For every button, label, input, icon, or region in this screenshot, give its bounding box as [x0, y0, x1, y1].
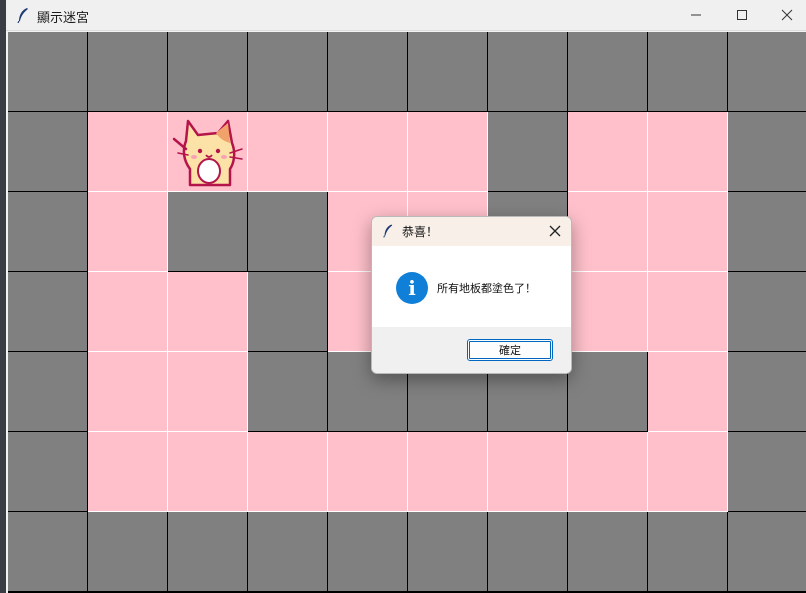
maze-cell-wall — [8, 32, 88, 112]
maze-cell-wall — [8, 272, 88, 352]
maze-cell-floor — [488, 432, 568, 512]
maze-cell-wall — [728, 512, 806, 592]
maze-cell-floor — [328, 112, 408, 192]
maze-cell-floor — [568, 112, 648, 192]
maze-cell-wall — [728, 192, 806, 272]
maze-cell-floor — [88, 432, 168, 512]
maze-cell-floor — [168, 352, 248, 432]
maze-cell-wall — [88, 512, 168, 592]
maze-cell-wall — [168, 32, 248, 112]
maximize-icon — [737, 10, 747, 20]
maze-cell-wall — [8, 352, 88, 432]
maze-cell-wall — [568, 512, 648, 592]
maze-cell-wall — [248, 272, 328, 352]
maze-cell-wall — [8, 112, 88, 192]
dialog-titlebar[interactable]: 恭喜！ — [372, 217, 571, 246]
maze-cell-wall — [408, 32, 488, 112]
ok-button[interactable]: 確定 — [467, 339, 553, 361]
maze-cell-wall — [8, 192, 88, 272]
maze-cell-floor — [248, 432, 328, 512]
maze-cell-floor — [168, 272, 248, 352]
maze-cell-floor — [648, 352, 728, 432]
maze-cell-floor — [248, 112, 328, 192]
maze-cell-wall — [328, 512, 408, 592]
maze-cell-floor — [568, 272, 648, 352]
maze-cell-floor — [168, 432, 248, 512]
maze-cell-wall — [648, 32, 728, 112]
info-icon: i — [396, 272, 428, 304]
dialog-close-button[interactable] — [545, 221, 565, 241]
maze-cell-wall — [488, 32, 568, 112]
maze-cell-floor — [648, 192, 728, 272]
dialog-title: 恭喜！ — [402, 225, 439, 239]
dialog-body: i 所有地板都塗色了！ — [372, 246, 571, 328]
dialog-footer: 確定 — [372, 327, 571, 373]
maze-cell-wall — [728, 272, 806, 352]
maze-cell-wall — [408, 512, 488, 592]
maze-cell-floor — [648, 112, 728, 192]
window-titlebar[interactable]: 顯示迷宮 — [6, 0, 806, 31]
maze-cell-floor — [88, 192, 168, 272]
maze-cell-floor — [88, 112, 168, 192]
maze-cell-wall — [248, 352, 328, 432]
maze-cell-wall — [8, 512, 88, 592]
maze-cell-floor — [408, 112, 488, 192]
maze-cell-wall — [88, 32, 168, 112]
close-icon — [781, 9, 793, 21]
maze-cell-floor — [648, 432, 728, 512]
maze-cell-floor — [648, 272, 728, 352]
cat-icon — [172, 119, 243, 187]
close-icon — [549, 225, 561, 237]
maze-cell-wall — [248, 192, 328, 272]
window-title: 顯示迷宮 — [37, 11, 90, 26]
maze-cell-wall — [248, 32, 328, 112]
maze-cell-wall — [728, 432, 806, 512]
feather-icon — [383, 224, 393, 238]
minimize-button[interactable] — [673, 0, 719, 30]
close-button[interactable] — [764, 0, 806, 30]
maze-cell-wall — [648, 512, 728, 592]
maze-cell-wall — [568, 32, 648, 112]
maze-cell-wall — [8, 432, 88, 512]
maze-cell-floor — [88, 352, 168, 432]
minimize-icon — [691, 14, 701, 16]
maze-cell-wall — [488, 512, 568, 592]
maze-cell-floor — [88, 272, 168, 352]
maze-cell-floor — [328, 432, 408, 512]
dialog-message: 所有地板都塗色了！ — [437, 282, 536, 295]
maze-cell-wall — [488, 112, 568, 192]
feather-icon — [17, 8, 28, 23]
maze-cell-wall — [728, 352, 806, 432]
background-window-edge — [0, 0, 6, 593]
maze-cell-wall — [168, 192, 248, 272]
maze-cell-wall — [728, 112, 806, 192]
maze-cell-wall — [328, 32, 408, 112]
maximize-button[interactable] — [719, 0, 765, 30]
maze-cell-wall — [248, 512, 328, 592]
maze-cell-wall — [568, 352, 648, 432]
maze-cell-floor — [568, 192, 648, 272]
maze-cell-floor — [568, 432, 648, 512]
maze-cell-floor — [408, 432, 488, 512]
maze-cell-wall — [728, 32, 806, 112]
info-dialog: 恭喜！ i 所有地板都塗色了！ 確定 — [371, 216, 572, 374]
maze-cell-wall — [168, 512, 248, 592]
